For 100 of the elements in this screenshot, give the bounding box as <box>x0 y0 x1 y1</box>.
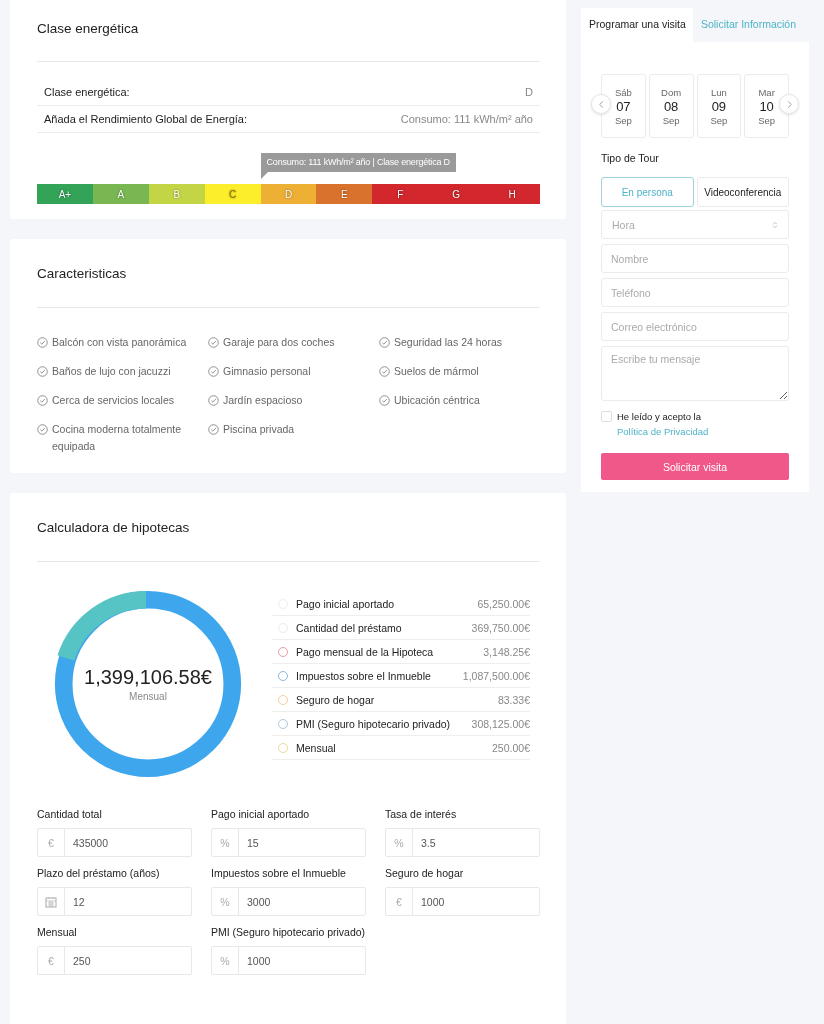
input-field[interactable]: % 3.5 <box>385 828 540 858</box>
check-circle-icon <box>208 423 219 435</box>
month: Sep <box>614 114 632 126</box>
feature-text: Cocina moderna totalmente equipada <box>52 421 182 454</box>
checkbox[interactable] <box>601 411 612 422</box>
feature-text: Seguridad las 24 horas <box>394 334 502 350</box>
check-circle-icon <box>37 394 48 406</box>
date-card[interactable]: Lun 09 Sep <box>696 74 742 138</box>
input-field[interactable]: € 1000 <box>385 887 540 917</box>
field-label: Impuestos sobre el Inmueble <box>211 866 347 882</box>
feature-text: Baños de lujo con jacuzzi <box>52 363 171 379</box>
field-label: Tasa de interés <box>385 807 458 823</box>
energy-class-segment: H <box>484 184 540 204</box>
next-button[interactable] <box>779 94 799 114</box>
energy-class-segment: E <box>316 184 373 204</box>
legend-label: Seguro de hogar <box>296 693 375 706</box>
field-label: Seguro de hogar <box>385 866 465 882</box>
tour-type-label: Tipo de Tour <box>601 152 660 164</box>
legend-value: 250.00€ <box>492 741 530 754</box>
legend-value: 3,148.25€ <box>483 645 530 658</box>
field-label: Cantidad total <box>37 807 103 823</box>
tab[interactable]: Programar una visita <box>581 8 693 42</box>
check-circle-icon <box>208 394 219 406</box>
energy-class-segment: B <box>148 184 205 204</box>
feature-text: Gimnasio personal <box>223 363 311 379</box>
unit-label: € <box>396 895 402 908</box>
total-caption: Mensual <box>129 691 167 703</box>
day-number: 07 <box>616 98 631 114</box>
check-circle-icon <box>208 336 219 348</box>
unit-label: € <box>48 954 54 967</box>
legend-label: Cantidad del préstamo <box>296 621 402 634</box>
input-field[interactable]: Teléfono <box>601 278 789 307</box>
total-amount: 1,399,106.58€ <box>84 666 212 690</box>
weekday: Mar <box>758 86 775 98</box>
legend-value: 308,125.00€ <box>471 717 530 730</box>
energy-class-segment: D <box>260 184 317 204</box>
tooltip-pointer-icon <box>260 172 268 179</box>
date-card[interactable]: Sáb 07 Sep <box>601 74 646 138</box>
input-field[interactable]: % 1000 <box>211 946 366 976</box>
month: Sep <box>662 114 680 126</box>
input-field[interactable]: % 3000 <box>211 887 366 917</box>
unit-label: € <box>48 836 54 849</box>
month: Sep <box>710 114 728 126</box>
day-number: 10 <box>759 98 774 114</box>
unit-label: % <box>220 895 230 908</box>
tour-option[interactable]: Videoconferencia <box>696 177 789 207</box>
date-card[interactable]: Dom 08 Sep <box>648 74 694 138</box>
energy-class-segment: G <box>428 184 485 204</box>
input-field[interactable]: 12 <box>37 887 192 917</box>
feature-text: Cerca de servicios locales <box>52 392 174 408</box>
previous-button[interactable] <box>591 94 611 114</box>
energy-class-segment: A+ <box>37 184 93 204</box>
consent-text: He leído y acepto la <box>617 410 702 424</box>
check-circle-icon <box>379 336 390 348</box>
feature-text: Jardín espacioso <box>223 392 303 408</box>
legend-label: Pago mensual de la Hipoteca <box>296 645 434 658</box>
legend-label: PMI (Seguro hipotecario privado) <box>296 717 451 730</box>
legend-label: Mensual <box>296 741 336 754</box>
feature-text: Suelos de mármol <box>394 363 479 379</box>
feature-text: Piscina privada <box>223 421 295 437</box>
unit-label: % <box>220 836 230 849</box>
input-field[interactable]: Correo electrónico <box>601 312 789 341</box>
tooltip: Consumo: 111 kWh/m² año | Clase energética D <box>260 153 456 172</box>
input-field[interactable]: Nombre <box>601 244 789 273</box>
section-title: Clase energética <box>37 20 140 37</box>
input-field[interactable]: % 15 <box>211 828 366 858</box>
field-label: PMI (Seguro hipotecario privado) <box>211 925 366 941</box>
day-number: 08 <box>663 98 679 114</box>
legend-value: 369,750.00€ <box>471 621 530 634</box>
chevron-left-icon <box>596 99 606 109</box>
weekday: Dom <box>661 86 682 98</box>
legend-label: Impuestos sobre el Inmueble <box>296 669 431 682</box>
legend-value: 1,087,500.00€ <box>462 669 530 682</box>
feature-text: Ubicación céntrica <box>394 392 480 408</box>
energy-class-segment: C <box>204 184 261 204</box>
energy-class-segment: F <box>372 184 429 204</box>
feature-text: Balcón con vista panorámica <box>52 334 187 350</box>
energy-class-segment: A <box>92 184 149 204</box>
check-circle-icon <box>37 423 48 435</box>
unit-label: % <box>394 836 404 849</box>
row-value: D <box>525 86 533 98</box>
check-circle-icon <box>379 365 390 377</box>
feature-text: Garaje para dos coches <box>223 334 335 350</box>
check-circle-icon <box>37 336 48 348</box>
message-field[interactable]: Escribe tu mensaje <box>601 346 789 401</box>
row-label: Clase energética: <box>44 86 130 98</box>
field-label: Pago inicial aportado <box>211 807 311 823</box>
field-label: Plazo del préstamo (años) <box>37 866 161 882</box>
section-title: Caracteristicas <box>37 264 128 282</box>
weekday: Lun <box>710 86 727 98</box>
check-circle-icon <box>37 365 48 377</box>
field-label: Mensual <box>37 925 78 941</box>
check-circle-icon <box>379 394 390 406</box>
input-field[interactable]: € 250 <box>37 946 192 976</box>
unit-label: % <box>220 954 230 967</box>
weekday: Sáb <box>614 86 632 98</box>
input-field[interactable]: € 435000 <box>37 828 192 858</box>
row-label: Añada el Rendimiento Global de Energía: <box>44 113 248 125</box>
row-value: Consumo: 111 kWh/m² año <box>400 113 533 125</box>
calendar-icon <box>45 895 57 908</box>
